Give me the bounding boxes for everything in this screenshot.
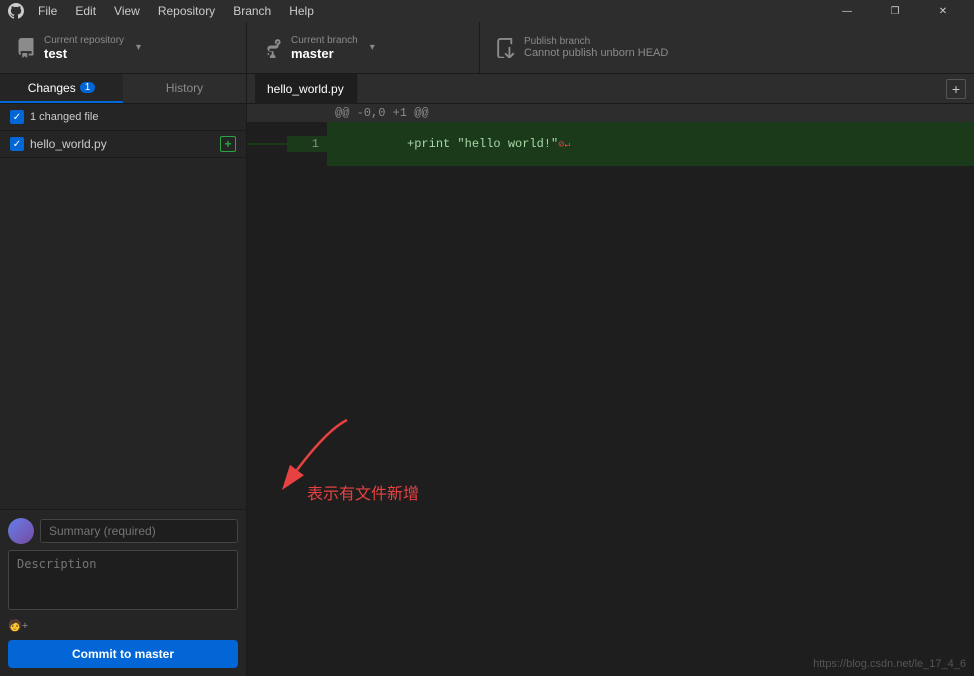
repo-chevron-icon: ▾ <box>136 42 141 53</box>
github-logo-icon <box>8 3 24 19</box>
menu-file[interactable]: File <box>30 2 65 20</box>
diff-line-content: +print "hello world!"⊘↵ <box>327 122 974 166</box>
changed-files-header: 1 changed file <box>0 104 246 131</box>
diff-line-number <box>247 143 287 145</box>
current-repo-section[interactable]: Current repository test ▾ <box>0 22 247 73</box>
publish-label: Publish branch <box>524 36 668 47</box>
current-branch-section[interactable]: Current branch master ▾ <box>247 22 480 73</box>
titlebar-menu: File Edit View Repository Branch Help <box>30 2 322 20</box>
right-panel: hello_world.py + @@ -0,0 +1 @@ 1 +print … <box>247 74 974 676</box>
file-added-icon: + <box>220 136 236 152</box>
add-coauthor-label[interactable]: 🧑+ <box>8 619 28 632</box>
publish-branch-section[interactable]: Publish branch Cannot publish unborn HEA… <box>480 22 974 73</box>
annotation-arrow-icon <box>267 410 367 490</box>
branch-name: master <box>291 46 358 61</box>
diff-line-added: 1 +print "hello world!"⊘↵ <box>247 122 974 166</box>
menu-branch[interactable]: Branch <box>225 2 279 20</box>
commit-meta: 🧑+ <box>8 619 238 632</box>
commit-area: 🧑+ Commit to master <box>0 509 246 676</box>
left-panel: Changes 1 History 1 changed file hello_w… <box>0 74 247 676</box>
file-item[interactable]: hello_world.py + <box>0 131 246 158</box>
repo-text: Current repository test <box>44 35 124 61</box>
changes-badge: 1 <box>80 82 96 93</box>
file-name: hello_world.py <box>30 137 214 151</box>
branch-text: Current branch master <box>291 35 358 61</box>
file-checkbox[interactable] <box>10 137 24 151</box>
description-input[interactable] <box>8 550 238 610</box>
changed-count-label: 1 changed file <box>30 111 99 123</box>
publish-icon <box>496 38 516 58</box>
diff-container: @@ -0,0 +1 @@ 1 +print "hello world!"⊘↵ <box>247 104 974 390</box>
menu-view[interactable]: View <box>106 2 148 20</box>
menu-edit[interactable]: Edit <box>67 2 104 20</box>
diff-file-tab[interactable]: hello_world.py <box>255 74 357 104</box>
commit-button[interactable]: Commit to master <box>8 640 238 668</box>
repo-name: test <box>44 46 124 61</box>
tabs: Changes 1 History <box>0 74 246 104</box>
main-area: Changes 1 History 1 changed file hello_w… <box>0 74 974 676</box>
file-list: hello_world.py + <box>0 131 246 509</box>
repo-label: Current repository <box>44 35 124 46</box>
branch-label: Current branch <box>291 35 358 46</box>
toolbar: Current repository test ▾ Current branch… <box>0 22 974 74</box>
titlebar: File Edit View Repository Branch Help — … <box>0 0 974 22</box>
close-button[interactable]: ✕ <box>920 0 966 22</box>
maximize-button[interactable]: ❐ <box>872 0 918 22</box>
eol-marker: ⊘↵ <box>558 140 570 151</box>
watermark: https://blog.csdn.net/le_17_4_6 <box>813 658 966 670</box>
select-all-checkbox[interactable] <box>10 110 24 124</box>
tab-history[interactable]: History <box>123 74 246 103</box>
avatar <box>8 518 34 544</box>
annotation-text: 表示有文件新增 <box>307 480 419 504</box>
annotation-area: 表示有文件新增 <box>247 390 974 676</box>
minimize-button[interactable]: — <box>824 0 870 22</box>
expand-diff-button[interactable]: + <box>946 79 966 99</box>
diff-hunk-header: @@ -0,0 +1 @@ <box>335 106 429 120</box>
diff-line-number-new: 1 <box>287 136 327 152</box>
publish-text: Publish branch Cannot publish unborn HEA… <box>524 36 668 59</box>
diff-header-line: @@ -0,0 +1 @@ <box>247 104 974 122</box>
menu-help[interactable]: Help <box>281 2 322 20</box>
commit-summary-row <box>8 518 238 544</box>
menu-repository[interactable]: Repository <box>150 2 223 20</box>
titlebar-left: File Edit View Repository Branch Help <box>8 2 322 20</box>
branch-chevron-icon: ▾ <box>370 42 375 53</box>
titlebar-controls: — ❐ ✕ <box>824 0 966 22</box>
tab-changes[interactable]: Changes 1 <box>0 74 123 103</box>
summary-input[interactable] <box>40 519 238 543</box>
publish-sub: Cannot publish unborn HEAD <box>524 47 668 59</box>
file-tabs-bar: hello_world.py + <box>247 74 974 104</box>
branch-icon <box>263 38 283 58</box>
repo-icon <box>16 38 36 58</box>
